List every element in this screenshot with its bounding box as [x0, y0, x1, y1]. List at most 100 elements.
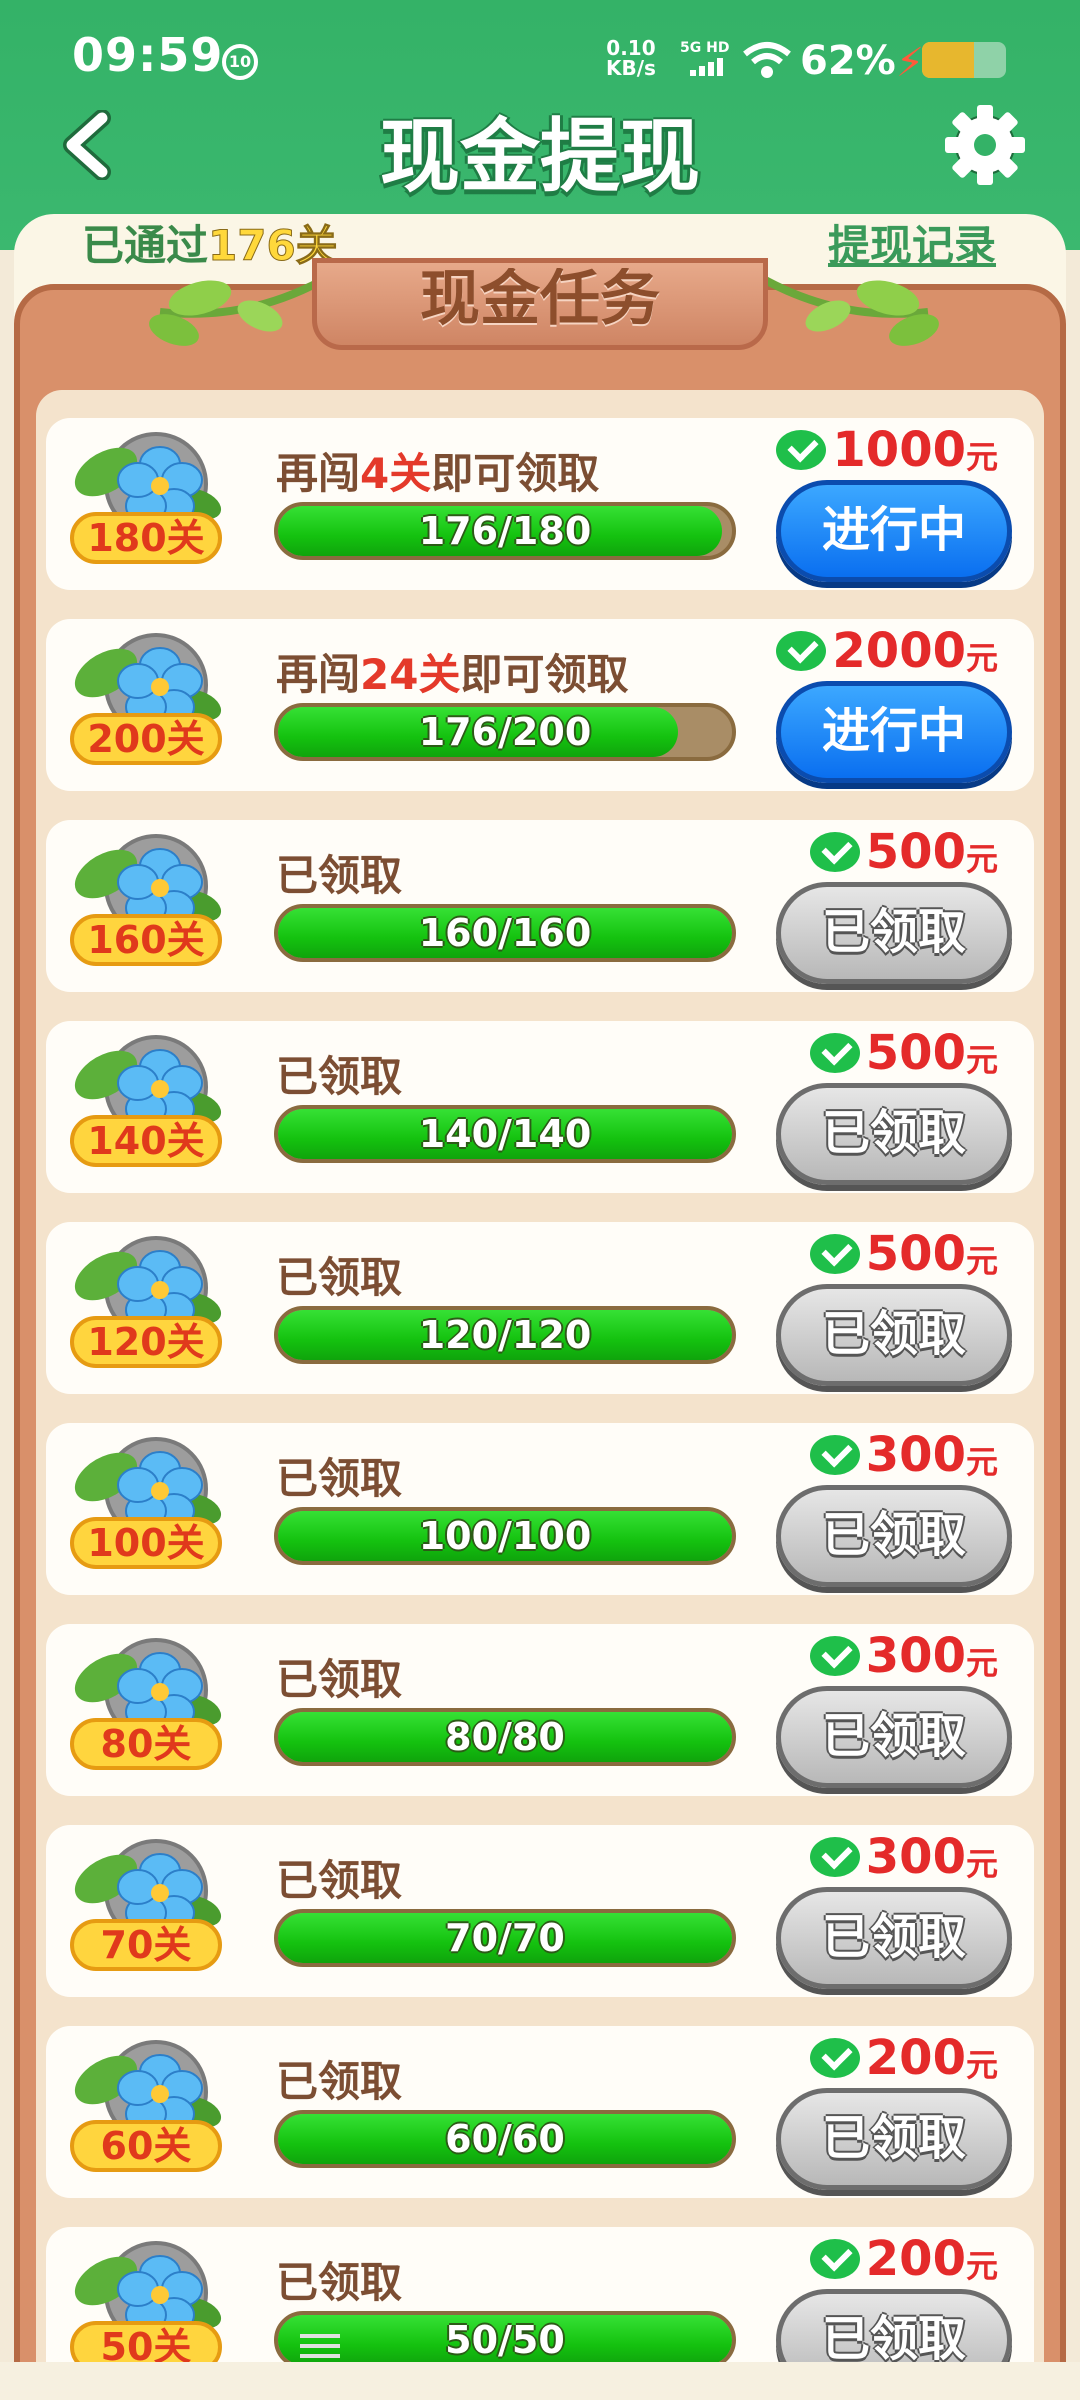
- level-badge: 100关: [70, 1517, 222, 1569]
- task-label-suffix: 即可领取: [431, 449, 600, 498]
- reward-value: 500: [865, 1025, 966, 1081]
- cell-signal-icon: [690, 58, 730, 76]
- reward-unit: 元: [965, 840, 998, 878]
- task-badge: 60关: [64, 2040, 224, 2184]
- task-card: 60关 已领取 60/60 200 元 已领取: [46, 2026, 1034, 2198]
- wechat-pay-icon: [809, 2038, 860, 2078]
- task-card: 180关 再闯4关即可领取 176/180 1000 元 进行中: [46, 418, 1034, 590]
- level-badge: 200关: [70, 713, 222, 765]
- reward-unit: 元: [965, 438, 998, 476]
- reward-unit: 元: [965, 1242, 998, 1280]
- claimed-button[interactable]: 已领取: [776, 1887, 1012, 1989]
- reward-amount: 200 元: [809, 2231, 998, 2287]
- vine-right-icon: [756, 272, 939, 346]
- wechat-pay-icon: [809, 1234, 860, 1274]
- progress-text: 80/80: [445, 1715, 565, 1759]
- progress-bar: 100/100: [274, 1507, 736, 1565]
- reward-unit: 元: [965, 2247, 998, 2285]
- wechat-pay-icon: [809, 1435, 860, 1475]
- signal-type-label: 5G HD: [680, 40, 730, 56]
- claimed-button[interactable]: 已领取: [776, 1686, 1012, 1788]
- in-progress-button[interactable]: 进行中: [776, 681, 1012, 783]
- task-card: 120关 已领取 120/120 500 元 已领取: [46, 1222, 1034, 1394]
- task-card: 160关 已领取 160/160 500 元 已领取: [46, 820, 1034, 992]
- level-badge: 180关: [70, 512, 222, 564]
- task-label: 已领取: [276, 1244, 402, 1305]
- task-badge: 80关: [64, 1638, 224, 1782]
- task-label: 已领取: [276, 1445, 402, 1506]
- reward-amount: 500 元: [809, 1226, 998, 1282]
- bottom-bar: [0, 2362, 1080, 2400]
- reward-amount: 300 元: [809, 1829, 998, 1885]
- task-badge: 70关: [64, 1839, 224, 1983]
- task-label-text: 已领取: [276, 851, 403, 900]
- battery-icon: [922, 42, 1006, 78]
- claimed-button[interactable]: 已领取: [776, 1083, 1012, 1185]
- reward-unit: 元: [965, 1443, 998, 1481]
- vine-left-icon: [149, 272, 332, 346]
- task-label: 已领取: [276, 1847, 402, 1908]
- task-label: 再闯24关即可领取: [276, 641, 628, 702]
- reward-amount: 500 元: [809, 1025, 998, 1081]
- task-badge: 160关: [64, 834, 224, 978]
- task-label-text: 已领取: [276, 1454, 403, 1503]
- progress-text: 70/70: [445, 1916, 565, 1960]
- reward-amount: 300 元: [809, 1628, 998, 1684]
- progress-text: 176/180: [418, 509, 592, 553]
- reward-unit: 元: [965, 1845, 998, 1883]
- task-label: 已领取: [276, 2249, 402, 2310]
- wechat-pay-icon: [809, 1033, 860, 1073]
- task-badge: 200关: [64, 633, 224, 777]
- claimed-button[interactable]: 已领取: [776, 882, 1012, 984]
- wechat-pay-icon: [776, 430, 827, 470]
- claimed-button[interactable]: 已领取: [776, 2088, 1012, 2190]
- reward-amount: 2000 元: [776, 623, 998, 679]
- wechat-pay-icon: [809, 832, 860, 872]
- progress-bar: 176/200: [274, 703, 736, 761]
- progress-text: 176/200: [418, 710, 592, 754]
- reward-unit: 元: [965, 2046, 998, 2084]
- in-progress-button[interactable]: 进行中: [776, 480, 1012, 582]
- progress-bar: 60/60: [274, 2110, 736, 2168]
- task-label-text: 再闯: [276, 650, 361, 699]
- task-label: 已领取: [276, 1646, 402, 1707]
- battery-level-fill: [922, 42, 975, 78]
- reward-value: 300: [865, 1628, 966, 1684]
- task-badge: 180关: [64, 432, 224, 576]
- progress-text: 100/100: [418, 1514, 592, 1558]
- network-speed: 0.10 KB/s: [606, 38, 656, 78]
- progress-text: 140/140: [418, 1112, 592, 1156]
- level-badge: 60关: [70, 2120, 222, 2172]
- task-card: 200关 再闯24关即可领取 176/200 2000 元 进行中: [46, 619, 1034, 791]
- progress-text: 60/60: [445, 2117, 565, 2161]
- task-label-text: 已领取: [276, 2258, 403, 2307]
- reward-unit: 元: [965, 1041, 998, 1079]
- progress-bar: 50/50: [274, 2311, 736, 2369]
- level-badge: 70关: [70, 1919, 222, 1971]
- gear-icon[interactable]: [944, 104, 1026, 186]
- task-label: 再闯4关即可领取: [276, 440, 599, 501]
- claimed-button[interactable]: 已领取: [776, 1284, 1012, 1386]
- wechat-pay-icon: [809, 1636, 860, 1676]
- wifi-icon: [743, 42, 791, 78]
- progress-text: 120/120: [418, 1313, 592, 1357]
- reward-amount: 300 元: [809, 1427, 998, 1483]
- task-badge: 100关: [64, 1437, 224, 1581]
- level-badge: 140关: [70, 1115, 222, 1167]
- network-speed-unit: KB/s: [606, 56, 656, 80]
- level-badge: 120关: [70, 1316, 222, 1368]
- task-label-text: 已领取: [276, 1856, 403, 1905]
- reward-value: 1000: [832, 422, 966, 478]
- progress-text: 50/50: [445, 2318, 565, 2362]
- progress-bar: 120/120: [274, 1306, 736, 1364]
- reward-value: 200: [865, 2231, 966, 2287]
- task-label-text: 再闯: [276, 449, 361, 498]
- progress-bar: 160/160: [274, 904, 736, 962]
- claimed-button[interactable]: 已领取: [776, 1485, 1012, 1587]
- wechat-pay-icon: [776, 631, 827, 671]
- task-card: 80关 已领取 80/80 300 元 已领取: [46, 1624, 1034, 1796]
- task-card: 140关 已领取 140/140 500 元 已领取: [46, 1021, 1034, 1193]
- task-label-suffix: 即可领取: [460, 650, 629, 699]
- progress-bar: 70/70: [274, 1909, 736, 1967]
- network-speed-value: 0.10: [606, 36, 656, 60]
